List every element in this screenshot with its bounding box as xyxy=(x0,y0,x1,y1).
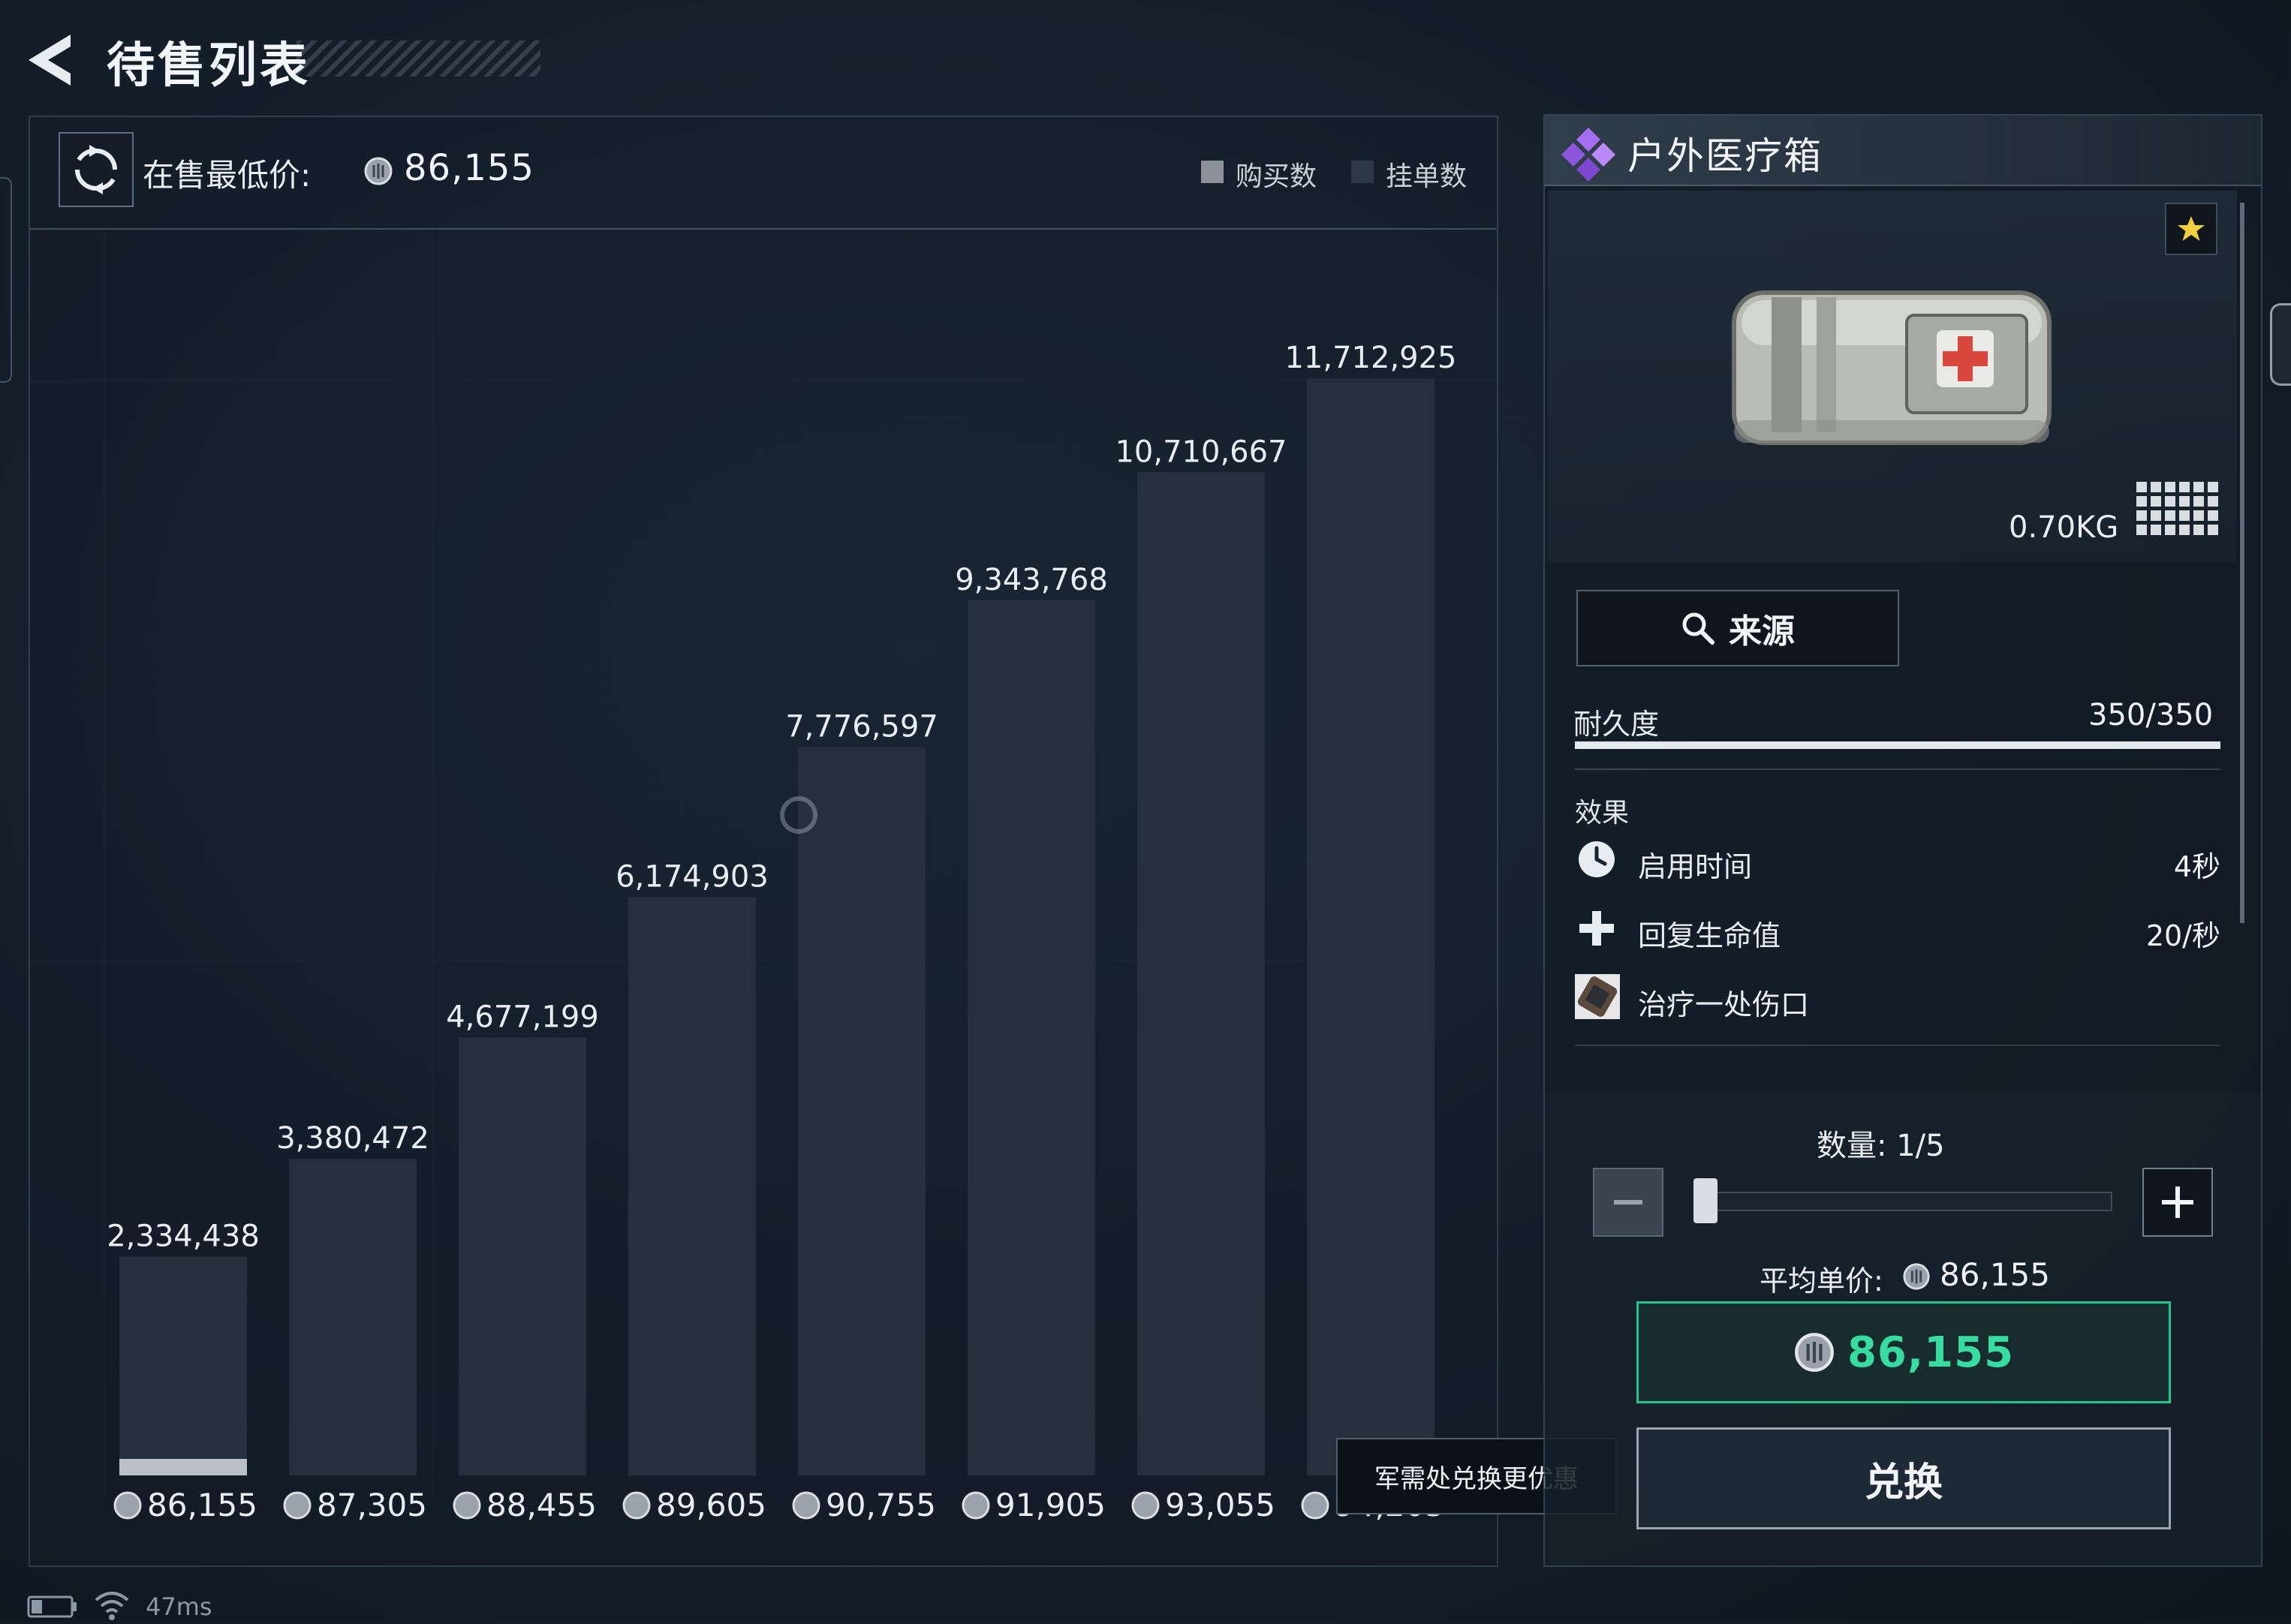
rarity-icon xyxy=(1558,125,1618,188)
total-price-display: 86,155 xyxy=(1636,1301,2171,1403)
quantity-slider-track[interactable] xyxy=(1704,1192,2112,1211)
item-weight: 0.70KG xyxy=(2009,510,2119,545)
listing-bar[interactable] xyxy=(1307,378,1435,1476)
coin-icon xyxy=(1795,1333,1834,1372)
source-label: 来源 xyxy=(1729,612,1795,651)
durability-label: 耐久度 xyxy=(1573,708,1660,741)
coin-icon xyxy=(453,1491,481,1520)
page-title: 待售列表 xyxy=(107,38,311,94)
back-button[interactable] xyxy=(23,30,83,90)
listing-bar[interactable] xyxy=(119,1256,247,1475)
bar-value-label: 10,710,667 xyxy=(1115,435,1287,469)
coin-icon xyxy=(792,1491,820,1520)
side-drawer-handle[interactable] xyxy=(0,177,12,383)
network-latency: 47ms xyxy=(146,1592,212,1621)
bar-value-label: 9,343,768 xyxy=(955,563,1108,597)
battery-icon xyxy=(27,1594,78,1622)
plus-health-icon xyxy=(1576,908,1617,952)
clock-icon xyxy=(1576,839,1617,883)
bar-value-label: 6,174,903 xyxy=(616,859,769,894)
exchange-button[interactable]: 兑换 xyxy=(1636,1427,2171,1529)
legend-label-buy: 购买数 xyxy=(1236,161,1317,192)
coin-icon xyxy=(113,1491,142,1520)
bandage-icon xyxy=(1575,974,1620,1022)
bar-value-label: 4,677,199 xyxy=(446,1000,599,1034)
price-tick: 93,055 xyxy=(1131,1487,1275,1523)
legend-swatch-buy xyxy=(1201,161,1224,183)
legend-swatch-listing xyxy=(1351,161,1374,183)
listing-bar[interactable] xyxy=(1137,472,1265,1475)
effect-label: 回复生命值 xyxy=(1638,919,1781,952)
price-tick: 87,305 xyxy=(283,1487,427,1523)
price-tick-label: 87,305 xyxy=(317,1487,427,1523)
plus-icon xyxy=(2162,1186,2193,1218)
price-tick: 86,155 xyxy=(113,1487,257,1523)
price-tick-label: 89,605 xyxy=(656,1487,766,1523)
coin-icon xyxy=(622,1491,651,1520)
back-arrow-icon xyxy=(29,35,71,86)
search-icon xyxy=(1682,612,1714,645)
decrease-quantity-button[interactable] xyxy=(1593,1168,1663,1237)
listing-bar[interactable] xyxy=(459,1037,586,1475)
price-tick-label: 86,155 xyxy=(147,1487,257,1523)
divider xyxy=(1575,1045,2220,1046)
listing-bar[interactable] xyxy=(628,897,756,1475)
effect-label: 启用时间 xyxy=(1638,850,1753,883)
price-tick-label: 90,755 xyxy=(826,1487,936,1523)
price-depth-chart: 2,334,438 86,155 3,380,472 87,305 4,677,199 8… xyxy=(107,341,1456,1523)
star-icon xyxy=(2178,216,2205,241)
title-decoration xyxy=(297,41,540,77)
price-tick-label: 91,905 xyxy=(995,1487,1106,1523)
effect-label: 治疗一处伤口 xyxy=(1638,988,1810,1021)
details-scrollbar[interactable] xyxy=(2240,203,2244,923)
listing-bar[interactable] xyxy=(289,1159,417,1475)
legend-label-listing: 挂单数 xyxy=(1386,161,1468,192)
bar-value-label: 7,776,597 xyxy=(785,709,938,744)
coin-icon xyxy=(1131,1491,1160,1520)
price-tick: 88,455 xyxy=(453,1487,597,1523)
coin-icon xyxy=(363,156,393,189)
buy-bar xyxy=(119,1459,247,1475)
listing-bar[interactable] xyxy=(798,747,926,1475)
refresh-button[interactable] xyxy=(59,132,134,207)
coin-icon xyxy=(1902,1262,1931,1294)
price-tick-label: 93,055 xyxy=(1165,1487,1275,1523)
minus-icon xyxy=(1614,1200,1642,1204)
wifi-icon xyxy=(93,1589,131,1624)
lowest-price-label: 在售最低价: xyxy=(143,157,312,194)
source-button[interactable]: 来源 xyxy=(1576,590,1899,666)
price-tick: 91,905 xyxy=(962,1487,1106,1523)
coin-icon xyxy=(283,1491,312,1520)
price-tick: 90,755 xyxy=(792,1487,936,1523)
coin-icon xyxy=(962,1491,990,1520)
coin-icon xyxy=(1301,1491,1329,1520)
average-price-label: 平均单价: xyxy=(1760,1265,1883,1298)
bar-value-label: 2,334,438 xyxy=(107,1220,260,1254)
medkit-image xyxy=(1719,270,2064,468)
bar-value-label: 3,380,472 xyxy=(276,1121,429,1156)
lowest-price-value: 86,155 xyxy=(404,147,534,189)
grid-size-icon xyxy=(2136,482,2220,542)
favorite-button[interactable] xyxy=(2165,203,2217,255)
durability-bar-fill xyxy=(1575,741,2220,749)
effects-label: 效果 xyxy=(1575,798,1630,829)
refresh-icon xyxy=(75,145,117,194)
bar-value-label: 11,712,925 xyxy=(1284,341,1456,375)
price-tick: 89,605 xyxy=(622,1487,766,1523)
quantity-label: 数量: 1/5 xyxy=(1817,1129,1945,1163)
effect-value: 4秒 xyxy=(2173,850,2220,883)
increase-quantity-button[interactable] xyxy=(2142,1168,2213,1237)
durability-value: 350/350 xyxy=(2088,698,2214,732)
item-name: 户外医疗箱 xyxy=(1627,134,1823,178)
effect-value: 20/秒 xyxy=(2145,919,2220,952)
listing-bar[interactable] xyxy=(968,600,1095,1476)
total-price-value: 86,155 xyxy=(1847,1328,2015,1377)
divider xyxy=(1575,768,2220,770)
average-price-value: 86,155 xyxy=(1940,1256,2050,1293)
quantity-slider-thumb[interactable] xyxy=(1693,1178,1717,1223)
side-drawer-handle-right[interactable] xyxy=(2270,303,2291,386)
price-tick-label: 88,455 xyxy=(486,1487,597,1523)
